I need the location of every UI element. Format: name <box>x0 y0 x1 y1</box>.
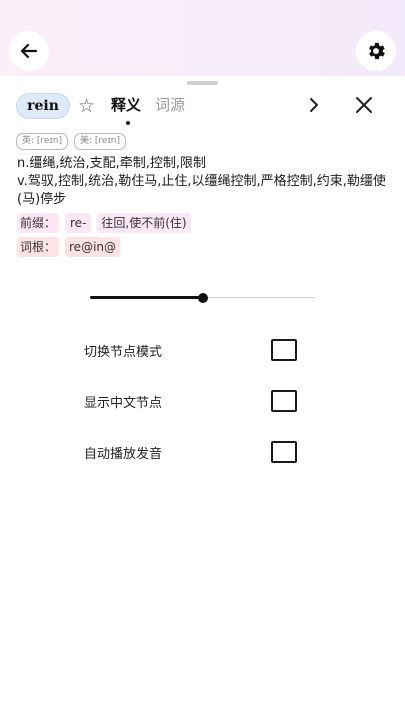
word-chip[interactable]: rein <box>16 93 70 119</box>
option-chinese-nodes[interactable]: 显示中文节点 <box>84 389 297 413</box>
definition-noun: n.缰绳,统治,支配,牵制,控制,限制 <box>17 156 207 171</box>
phonetic-uk-button[interactable]: 英: [reɪn] <box>16 133 69 150</box>
autoplay-checkbox[interactable] <box>271 441 297 463</box>
gear-icon <box>369 42 385 60</box>
option-autoplay[interactable]: 自动播放发音 <box>84 440 297 464</box>
definition-text: n.缰绳,统治,支配,牵制,控制,限制 v.驾驭,控制,统治,勒住马,止住,以缰… <box>17 155 392 209</box>
prefix-meaning: 往回,使不前(住) <box>97 213 191 233</box>
root-label: 词根： <box>17 237 60 257</box>
star-outline-icon[interactable]: ☆ <box>78 93 95 119</box>
prefix-value: re- <box>65 213 92 233</box>
back-button[interactable] <box>9 31 49 71</box>
chinese-nodes-checkbox[interactable] <box>271 390 297 412</box>
depth-slider[interactable] <box>90 293 315 303</box>
chevron-right-icon[interactable] <box>306 95 322 115</box>
option-label: 显示中文节点 <box>84 395 163 411</box>
drag-handle[interactable] <box>187 81 218 85</box>
word-detail-sheet: rein ☆ 释义 词源 英: [reɪn] 美: [reɪn] n.缰绳,统治… <box>0 76 405 720</box>
close-icon[interactable] <box>354 95 374 115</box>
option-node-mode[interactable]: 切换节点模式 <box>84 338 297 362</box>
top-header-background <box>0 0 405 76</box>
prefix-row: 前缀： re- 往回,使不前(住) <box>17 213 191 233</box>
option-label: 自动播放发音 <box>84 446 163 462</box>
tab-definition[interactable]: 释义 <box>111 95 141 115</box>
phonetic-us-button[interactable]: 美: [reɪn] <box>74 133 127 150</box>
phonetics-row: 英: [reɪn] 美: [reɪn] <box>16 133 127 150</box>
root-row: 词根： re@in@ <box>17 237 121 257</box>
settings-button[interactable] <box>356 31 396 71</box>
slider-thumb[interactable] <box>197 293 208 303</box>
arrow-left-icon <box>20 43 38 59</box>
active-tab-indicator <box>126 121 130 125</box>
slider-fill <box>90 296 203 299</box>
option-label: 切换节点模式 <box>84 344 163 360</box>
root-value: re@in@ <box>65 237 121 257</box>
node-mode-checkbox[interactable] <box>271 339 297 361</box>
definition-verb: v.驾驭,控制,统治,勒住马,止住,以缰绳控制,严格控制,约束,勒缰使(马)停步 <box>17 174 386 207</box>
tab-etymology[interactable]: 词源 <box>155 95 185 115</box>
prefix-label: 前缀： <box>17 213 60 233</box>
